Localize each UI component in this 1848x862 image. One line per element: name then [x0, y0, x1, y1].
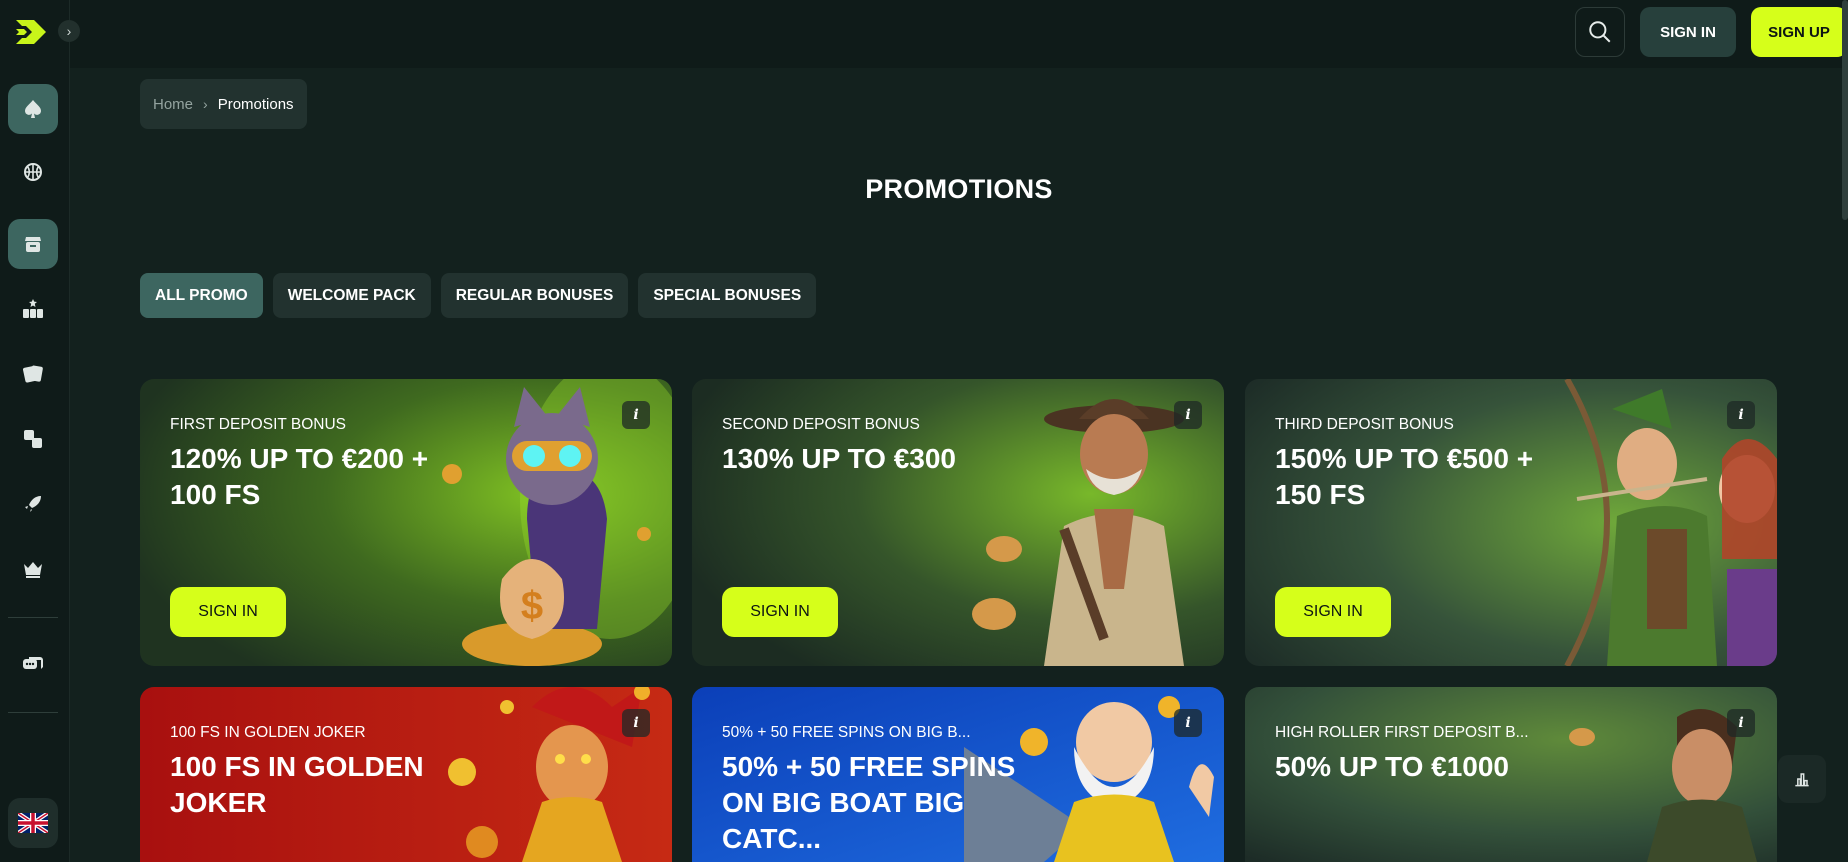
- promo-sign-in-button[interactable]: SIGN IN: [1275, 587, 1391, 637]
- sidebar-item-vip[interactable]: [8, 544, 58, 594]
- playing-cards-icon: [23, 365, 43, 383]
- info-icon[interactable]: i: [1174, 401, 1202, 429]
- promo-card-big-boat[interactable]: 50% + 50 FREE SPINS ON BIG B... 50% + 50…: [692, 687, 1224, 862]
- promo-card-label: 100 FS IN GOLDEN JOKER: [170, 724, 366, 741]
- breadcrumb-home-link[interactable]: Home: [153, 96, 193, 113]
- page-scrollbar[interactable]: [1842, 0, 1848, 220]
- promo-card-title: 50% + 50 FREE SPINS ON BIG BOAT BIG CATC…: [722, 751, 1016, 854]
- tab-welcome-pack[interactable]: WELCOME PACK: [272, 273, 431, 318]
- breadcrumb-current: Promotions: [217, 95, 294, 113]
- page-title: PROMOTIONS: [865, 174, 1053, 204]
- basketball-icon: [24, 163, 42, 181]
- sign-in-button[interactable]: SIGN IN: [1640, 7, 1736, 57]
- info-icon[interactable]: i: [622, 401, 650, 429]
- info-icon[interactable]: i: [1727, 709, 1755, 737]
- promo-card-label: HIGH ROLLER FIRST DEPOSIT B...: [1275, 724, 1529, 741]
- promo-card-title: 50% UP TO €1000: [1275, 751, 1510, 782]
- sidebar-item-table-games[interactable]: [8, 414, 58, 464]
- gb-flag-icon: [18, 813, 48, 833]
- sidebar-item-casino[interactable]: [8, 84, 58, 134]
- sidebar-item-crash[interactable]: [8, 479, 58, 529]
- promo-card-title: 150% UP TO €500 + 150 FS: [1275, 443, 1534, 510]
- promo-tabs: ALL PROMO WELCOME PACK REGULAR BONUSES S…: [140, 273, 817, 318]
- promo-card-label: FIRST DEPOSIT BONUS: [170, 416, 346, 433]
- info-icon[interactable]: i: [622, 709, 650, 737]
- sidebar-item-sports[interactable]: [8, 147, 58, 197]
- crown-icon: [24, 562, 42, 578]
- sidebar-item-slots[interactable]: [8, 284, 58, 334]
- table-games-icon: [24, 430, 42, 448]
- search-icon: [1589, 21, 1611, 43]
- promo-card-first-deposit[interactable]: $ FIRST DEPOSIT BONUS 120% UP TO €200 + …: [140, 379, 672, 666]
- gift-shop-icon: [25, 237, 41, 252]
- tab-all-promo[interactable]: ALL PROMO: [140, 273, 263, 318]
- chat-icon: [23, 657, 43, 669]
- promo-card-golden-joker[interactable]: 100 FS IN GOLDEN JOKER 100 FS IN GOLDEN …: [140, 687, 672, 862]
- sign-up-button[interactable]: SIGN UP: [1751, 7, 1847, 57]
- tab-regular-bonuses[interactable]: REGULAR BONUSES: [440, 273, 629, 318]
- svg-text:$: $: [521, 584, 543, 628]
- rocket-icon: [25, 496, 41, 512]
- promo-card-high-roller[interactable]: HIGH ROLLER FIRST DEPOSIT B... 50% UP TO…: [1245, 687, 1777, 862]
- sidebar-divider: [8, 617, 58, 618]
- sidebar-item-cards[interactable]: [8, 349, 58, 399]
- info-icon[interactable]: i: [1174, 709, 1202, 737]
- tab-special-bonuses[interactable]: SPECIAL BONUSES: [638, 273, 817, 318]
- breadcrumb: Home › Promotions: [140, 79, 307, 129]
- sidebar-divider: [8, 712, 58, 713]
- promo-card-label: 50% + 50 FREE SPINS ON BIG B...: [722, 724, 971, 741]
- promo-card-title: 100 FS IN GOLDEN JOKER: [170, 751, 424, 818]
- chevron-right-icon: ›: [66, 23, 72, 39]
- language-selector[interactable]: [8, 798, 58, 848]
- promo-card-second-deposit[interactable]: SECOND DEPOSIT BONUS 130% UP TO €300 i S…: [692, 379, 1224, 666]
- sidebar-expand-button[interactable]: ›: [58, 20, 80, 42]
- promo-card-label: SECOND DEPOSIT BONUS: [722, 416, 920, 433]
- chevron-right-icon: ›: [203, 96, 208, 112]
- info-icon[interactable]: i: [1727, 401, 1755, 429]
- promo-card-title: 130% UP TO €300: [722, 443, 957, 474]
- promo-sign-in-button[interactable]: SIGN IN: [170, 587, 286, 637]
- sidebar: [0, 0, 70, 862]
- sidebar-item-support[interactable]: [8, 640, 58, 690]
- search-button[interactable]: [1575, 7, 1625, 57]
- promo-card-label: THIRD DEPOSIT BONUS: [1275, 416, 1454, 433]
- spade-icon: [25, 100, 41, 118]
- sidebar-item-promotions[interactable]: [8, 219, 58, 269]
- bar-chart-icon: [1795, 773, 1809, 787]
- logo-icon[interactable]: [12, 12, 52, 52]
- promo-sign-in-button[interactable]: SIGN IN: [722, 587, 838, 637]
- top-header: SIGN IN SIGN UP: [70, 0, 1848, 68]
- promo-card-third-deposit[interactable]: THIRD DEPOSIT BONUS 150% UP TO €500 + 15…: [1245, 379, 1777, 666]
- promo-card-title: 120% UP TO €200 + 100 FS: [170, 443, 429, 510]
- stats-button[interactable]: [1778, 755, 1826, 803]
- slots-777-icon: [23, 299, 43, 318]
